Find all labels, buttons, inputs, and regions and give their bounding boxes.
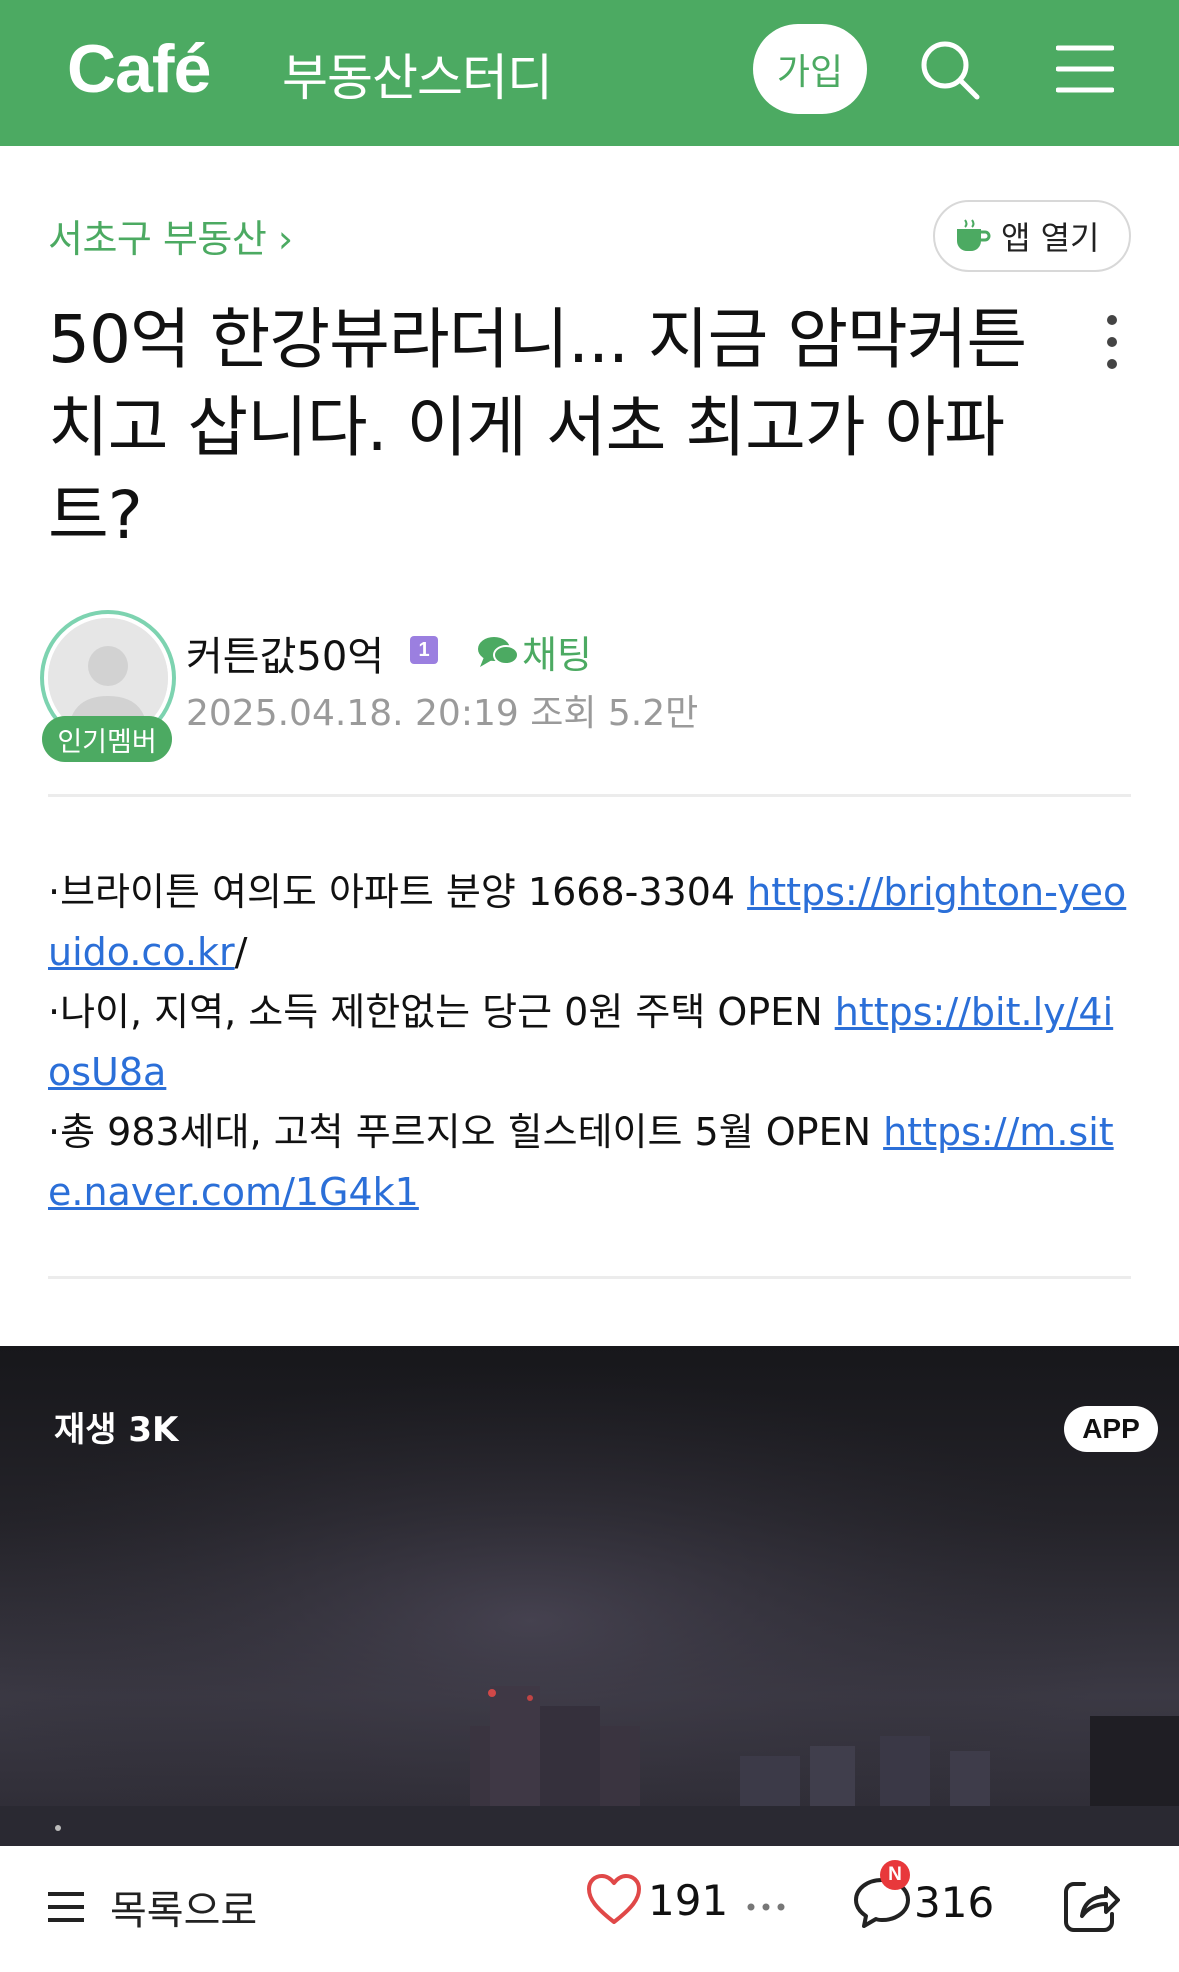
cafe-name[interactable]: 부동산스터디 [282,38,553,110]
ad-text: ·나이, 지역, 소득 제한없는 당근 0원 주택 OPEN [48,990,835,1034]
ad-line: ·총 983세대, 고척 푸르지오 힐스테이트 5월 OPEN https://… [48,1102,1134,1222]
like-count: 191 [648,1875,729,1925]
cafe-logo[interactable]: Café [67,30,211,108]
more-options-icon[interactable] [1098,312,1126,372]
list-icon [48,1892,84,1922]
video-player[interactable]: 재생 3K APP [0,1346,1179,1846]
join-button[interactable]: 가입 [753,24,867,114]
chat-bubble-icon [478,636,519,667]
heart-icon [587,1874,641,1924]
open-app-button[interactable]: 앱 열기 [933,200,1131,272]
ad-line: ·나이, 지역, 소득 제한없는 당근 0원 주택 OPEN https://b… [48,982,1134,1102]
back-to-list-label: 목록으로 [110,1888,258,1934]
more-horizontal-icon[interactable] [746,1902,786,1912]
divider [48,1276,1131,1279]
comment-count: 316 [914,1877,995,1927]
like-button[interactable]: 191 [586,1874,728,1926]
ad-text: ·총 983세대, 고척 푸르지오 힐스테이트 5월 OPEN [48,1110,884,1154]
comment-button[interactable]: N 316 [852,1860,995,1930]
post-meta: 2025.04.18. 20:19 조회 5.2만 [186,693,699,734]
ad-text: ·브라이튼 여의도 아파트 분양 1668-3304 [48,870,748,914]
divider [48,794,1131,797]
ad-line: ·브라이튼 여의도 아파트 분양 1668-3304 https://brigh… [48,862,1134,982]
coffee-cup-icon [957,219,991,251]
chat-label: 채팅 [522,633,592,677]
ad-suffix: / [234,930,248,974]
new-comment-badge: N [880,1860,910,1890]
post-title: 50억 한강뷰라더니... 지금 암막커튼 치고 삽니다. 이게 서초 최고가 … [48,301,1027,554]
ad-links: ·브라이튼 여의도 아파트 분양 1668-3304 https://brigh… [48,862,1134,1222]
author-name[interactable]: 커튼값50억 [186,624,384,682]
search-icon[interactable] [918,38,982,102]
board-category-link[interactable]: 서초구 부동산 › [48,208,293,263]
top-bar: Café 부동산스터디 가입 [0,0,1179,146]
hamburger-menu-icon[interactable] [1056,42,1114,96]
popular-member-badge: 인기멤버 [42,716,172,762]
play-count: 재생 3K [54,1410,179,1450]
back-to-list-button[interactable]: 목록으로 [46,1878,257,1936]
chat-button[interactable]: 채팅 [476,624,592,679]
member-level-icon: 1 [410,636,438,664]
bottom-bar: 목록으로 191 N 316 [0,1846,1179,1972]
app-badge[interactable]: APP [1064,1406,1158,1452]
share-icon[interactable] [1062,1876,1120,1934]
open-app-label: 앱 열기 [1001,219,1100,257]
